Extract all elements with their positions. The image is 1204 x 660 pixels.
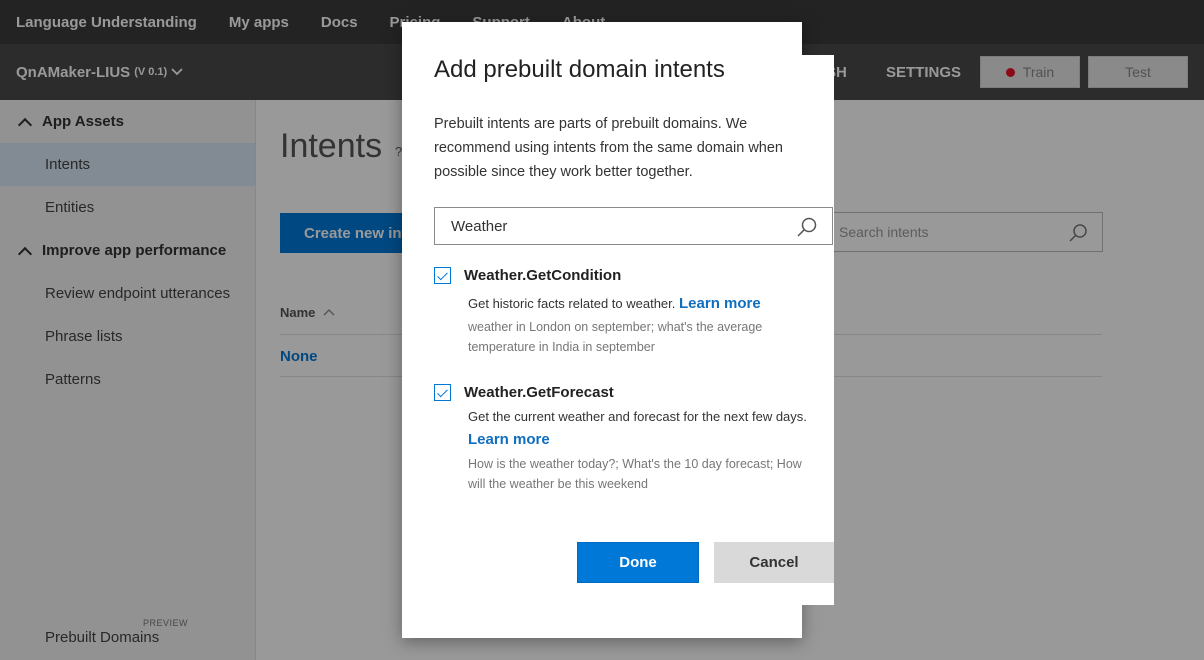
intent-description: Get historic facts related to weather. L… <box>468 292 808 315</box>
intent-description-text: Get historic facts related to weather. <box>468 296 676 311</box>
intent-name: Weather.GetForecast <box>464 384 614 401</box>
intent-description-text: Get the current weather and forecast for… <box>468 409 807 424</box>
prebuilt-search-value: Weather <box>451 217 508 235</box>
learn-more-link[interactable]: Learn more <box>468 431 550 448</box>
cancel-button[interactable]: Cancel <box>714 542 834 583</box>
prebuilt-search-input[interactable]: Weather <box>434 207 833 245</box>
checkbox-checked-icon[interactable] <box>434 384 451 401</box>
intent-name: Weather.GetCondition <box>464 267 622 284</box>
intent-examples: weather in London on september; what's t… <box>468 320 763 354</box>
search-icon[interactable] <box>796 216 818 242</box>
checkbox-checked-icon[interactable] <box>434 267 451 284</box>
learn-more-link[interactable]: Learn more <box>679 295 761 312</box>
intent-examples: How is the weather today?; What's the 10… <box>468 457 802 491</box>
dialog-title: Add prebuilt domain intents <box>434 56 725 83</box>
done-button[interactable]: Done <box>577 542 699 583</box>
intent-description: Get the current weather and forecast for… <box>468 405 808 451</box>
dialog-description: Prebuilt intents are parts of prebuilt d… <box>434 116 783 180</box>
